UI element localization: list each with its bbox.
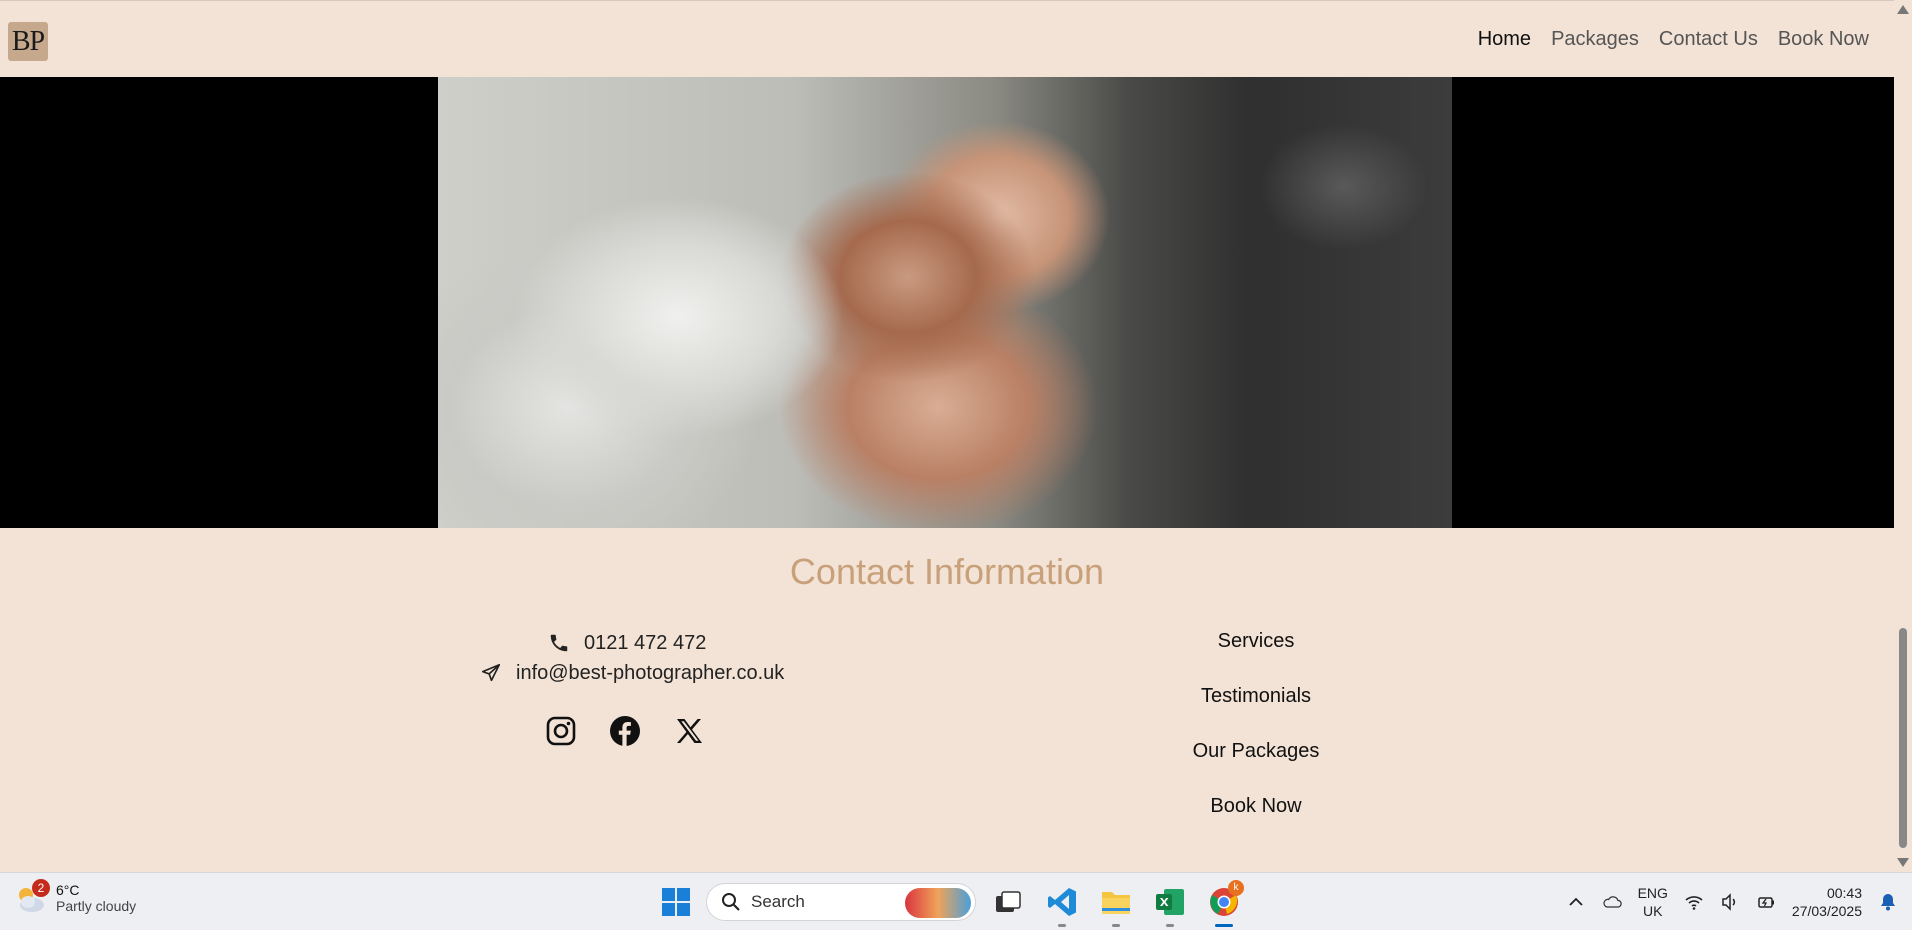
folder-icon <box>1102 892 1130 914</box>
wifi-icon[interactable] <box>1684 892 1704 912</box>
clock-date: 27/03/2025 <box>1791 903 1862 919</box>
nav-home[interactable]: Home <box>1478 28 1531 51</box>
keyboard-region: UK <box>1643 903 1663 919</box>
navbar: BP Home Packages Contact Us Book Now <box>0 0 1894 77</box>
nav-links: Home Packages Contact Us Book Now <box>1478 28 1869 51</box>
weather-widget[interactable]: 2 6°C Partly cloudy <box>14 879 137 915</box>
x-icon[interactable] <box>673 715 705 747</box>
clock-time: 00:43 <box>1826 885 1862 901</box>
scroll-down-arrow-icon[interactable] <box>1897 858 1909 867</box>
language-code: ENG <box>1637 885 1668 901</box>
excel-icon <box>1156 889 1184 915</box>
task-view-icon <box>996 891 1021 912</box>
task-view-button[interactable] <box>986 880 1030 924</box>
chevron-up-icon[interactable] <box>1566 892 1586 912</box>
weather-badge: 2 <box>32 879 50 897</box>
scroll-up-arrow-icon[interactable] <box>1897 5 1909 14</box>
battery-icon[interactable] <box>1756 892 1776 912</box>
search-highlight-image <box>905 888 971 918</box>
footer-link-testimonials[interactable]: Testimonials <box>1156 685 1356 740</box>
language-indicator[interactable]: ENG UK <box>1638 884 1668 920</box>
nav-book-now[interactable]: Book Now <box>1778 28 1869 51</box>
system-tray: ENG UK 00:43 27/03/2025 <box>1566 879 1898 925</box>
search-icon <box>722 893 740 911</box>
onedrive-cloud-icon[interactable] <box>1602 892 1622 912</box>
social-links <box>545 715 705 747</box>
start-button[interactable] <box>656 882 696 922</box>
taskbar-apps: Search k <box>656 880 1246 927</box>
windows-taskbar: 2 6°C Partly cloudy Search k ENG UK 00:4… <box>0 872 1912 930</box>
taskbar-search[interactable]: Search <box>706 883 976 921</box>
contact-details: 0121 472 472 info@best-photographer.co.u… <box>470 628 820 688</box>
phone-row: 0121 472 472 <box>548 628 820 658</box>
instagram-icon[interactable] <box>545 715 577 747</box>
page-scrollbar[interactable] <box>1894 0 1912 872</box>
chrome-app[interactable]: k <box>1202 880 1246 927</box>
nav-packages[interactable]: Packages <box>1551 28 1639 51</box>
windows-logo-icon <box>662 888 690 916</box>
contact-title: Contact Information <box>789 551 1105 592</box>
vscode-icon <box>1048 888 1076 916</box>
weather-desc: Partly cloudy <box>56 898 137 914</box>
app-active-indicator <box>1215 924 1233 927</box>
site-logo[interactable]: BP <box>8 22 48 61</box>
clock[interactable]: 00:43 27/03/2025 <box>1792 884 1862 920</box>
footer-link-our-packages[interactable]: Our Packages <box>1156 740 1356 795</box>
excel-app[interactable] <box>1148 880 1192 927</box>
scroll-thumb[interactable] <box>1899 628 1907 848</box>
chrome-profile-badge: k <box>1228 880 1244 896</box>
wedding-hands-photo <box>438 77 1452 528</box>
notification-bell-icon[interactable] <box>1878 892 1898 912</box>
footer-link-book-now[interactable]: Book Now <box>1156 795 1356 850</box>
volume-icon[interactable] <box>1720 892 1740 912</box>
hero-section <box>0 77 1894 528</box>
email-row: info@best-photographer.co.uk <box>480 658 820 688</box>
app-running-indicator <box>1166 924 1174 927</box>
send-icon <box>481 663 501 682</box>
footer-link-services[interactable]: Services <box>1156 630 1356 685</box>
phone-number[interactable]: 0121 472 472 <box>584 632 706 655</box>
vscode-app[interactable] <box>1040 880 1084 927</box>
weather-temp: 6°C <box>56 882 80 898</box>
search-placeholder: Search <box>751 892 805 911</box>
app-running-indicator <box>1112 924 1120 927</box>
nav-contact-us[interactable]: Contact Us <box>1659 28 1758 51</box>
email-address[interactable]: info@best-photographer.co.uk <box>516 662 784 685</box>
phone-icon <box>550 634 568 652</box>
app-running-indicator <box>1058 924 1066 927</box>
weather-cloud-icon: 2 <box>14 879 50 915</box>
browser-viewport: BP Home Packages Contact Us Book Now Con… <box>0 0 1894 872</box>
facebook-icon[interactable] <box>609 715 641 747</box>
file-explorer-app[interactable] <box>1094 880 1138 927</box>
footer-links: Services Testimonials Our Packages Book … <box>1156 630 1356 850</box>
